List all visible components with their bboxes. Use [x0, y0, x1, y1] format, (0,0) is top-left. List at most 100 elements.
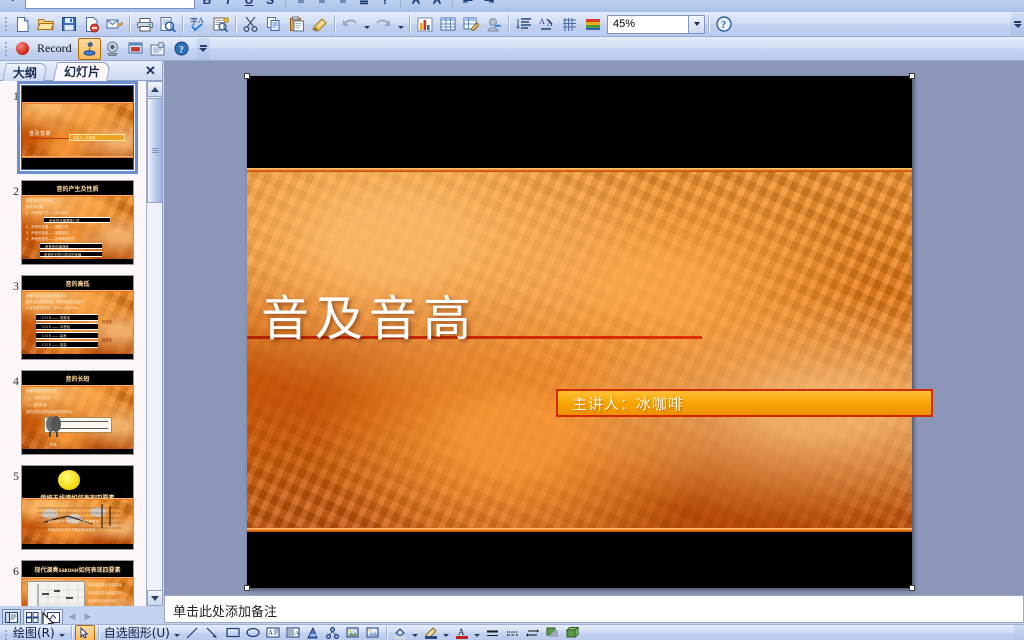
help-icon[interactable]: ?	[712, 13, 735, 35]
print-icon[interactable]	[133, 13, 156, 35]
redo-icon[interactable]	[372, 13, 395, 35]
dash-style-icon[interactable]	[503, 625, 523, 640]
current-slide[interactable]: 音及音高 主讲人：冰咖啡	[244, 73, 933, 591]
slide-edit-area[interactable]: 音及音高 主讲人：冰咖啡	[164, 61, 1024, 595]
font-color-icon[interactable]: A	[452, 625, 472, 640]
underline-icon[interactable]: U	[240, 0, 258, 9]
slide-title[interactable]: 音及音高	[261, 279, 477, 349]
tables-and-borders-icon[interactable]	[459, 13, 482, 35]
record-label[interactable]: Record	[34, 41, 78, 56]
paste-icon[interactable]	[285, 13, 308, 35]
list-item[interactable]: 3 音的高低 声音的高低由振动频率决定 频率越高音调越高，频率越低音调越低 人耳…	[0, 271, 147, 366]
arrow-style-icon[interactable]	[523, 625, 543, 640]
previous-slide-icon[interactable]: ◄	[65, 609, 79, 625]
draw-menu-label[interactable]: 绘图(R)	[11, 625, 57, 640]
new-file-icon[interactable]	[11, 13, 34, 35]
list-item[interactable]: 6 现代演奏закони如何表现四要素 用频谱图表示音高变化 用包络线表示响度变…	[0, 556, 147, 606]
show-formatting-icon[interactable]: AA	[535, 13, 558, 35]
insert-wordart-icon[interactable]	[303, 625, 323, 640]
line-color-icon[interactable]	[421, 625, 441, 640]
numbering-icon[interactable]: ⁞	[376, 0, 394, 9]
toolbar-grip[interactable]	[2, 13, 11, 35]
insert-chart-icon[interactable]	[413, 13, 436, 35]
scroll-down-icon[interactable]	[147, 590, 163, 606]
list-item[interactable]: 1 音及音高 主讲人：冰咖啡	[0, 81, 147, 176]
toolbar-options-icon[interactable]	[1011, 13, 1024, 35]
oval-icon[interactable]	[243, 625, 263, 640]
redo-dropdown-icon[interactable]	[395, 13, 406, 35]
open-folder-icon[interactable]	[34, 13, 57, 35]
insert-table-icon[interactable]	[436, 13, 459, 35]
select-objects-icon[interactable]	[74, 625, 95, 640]
font-name-input[interactable]	[25, 0, 195, 9]
rectangle-icon[interactable]	[223, 625, 243, 640]
autoshapes-menu-label[interactable]: 自选图形(U)	[102, 625, 172, 640]
zoom-dropdown-icon[interactable]	[688, 15, 704, 33]
vertical-text-box-icon[interactable]: A	[283, 625, 303, 640]
autoshapes-dropdown-icon[interactable]	[172, 625, 183, 640]
justify-icon[interactable]: ≣	[355, 0, 373, 9]
increase-indent-icon[interactable]: ⇥	[480, 0, 498, 9]
resize-handle-sw[interactable]	[244, 585, 250, 591]
align-left-icon[interactable]: ≡	[292, 0, 310, 9]
toolbar-grip[interactable]	[2, 38, 11, 60]
tab-outline[interactable]: 大纲	[2, 63, 48, 81]
zoom-combobox[interactable]: 45%	[607, 14, 705, 34]
next-slide-icon[interactable]: ►	[81, 609, 95, 625]
show-grid-icon[interactable]	[558, 13, 581, 35]
thumbnail-preview[interactable]: 音的产生及性质 物体振动产生声音 声音的传播 1、声音的产生——振动发声 声音的…	[21, 180, 134, 265]
record-dot-icon[interactable]	[11, 38, 34, 60]
line-style-icon[interactable]	[483, 625, 503, 640]
font-color-dropdown-icon[interactable]	[472, 625, 483, 640]
undo-icon[interactable]	[338, 13, 361, 35]
color-scheme-icon[interactable]	[581, 13, 604, 35]
decrease-font-icon[interactable]: A	[428, 0, 446, 9]
research-icon[interactable]	[209, 13, 232, 35]
expand-all-icon[interactable]	[512, 13, 535, 35]
help-icon[interactable]: ?	[170, 38, 193, 60]
screen-capture-icon[interactable]	[124, 38, 147, 60]
align-center-icon[interactable]: ≡	[313, 0, 331, 9]
thumbnail-list[interactable]: 1 音及音高 主讲人：冰咖啡 2 音的产生及性质 物体振动产生声音 声音的传播 …	[0, 81, 147, 606]
tab-slides[interactable]: 幻灯片	[52, 62, 112, 81]
scrollbar-thumb[interactable]	[147, 98, 163, 203]
permission-icon[interactable]	[80, 13, 103, 35]
thumbnail-preview[interactable]: 传统五线谱如何表现四要素 音高由符头在五线谱上的位置表示 时值由符头符干符尾的形…	[21, 465, 134, 550]
annotate-icon[interactable]	[147, 38, 170, 60]
italic-icon[interactable]: I	[219, 0, 237, 9]
undo-dropdown-icon[interactable]	[361, 13, 372, 35]
thumbnail-preview[interactable]: 音的长短 声音持续的时间长短 1、长音与短音 2、音的时值 音的长短由振动持续的…	[21, 370, 134, 455]
align-right-icon[interactable]: ≡	[334, 0, 352, 9]
normal-view-button[interactable]	[2, 608, 21, 626]
bold-icon[interactable]: B	[198, 0, 216, 9]
draw-menu-dropdown-icon[interactable]	[57, 625, 68, 640]
close-icon[interactable]: ✕	[144, 63, 157, 78]
copy-icon[interactable]	[262, 13, 285, 35]
font-size-stepper[interactable]: ·	[4, 0, 22, 9]
resize-handle-nw[interactable]	[244, 73, 250, 79]
webcam-icon[interactable]	[101, 38, 124, 60]
toolbar-options-icon[interactable]	[196, 37, 210, 60]
slide-sorter-view-button[interactable]	[23, 608, 42, 626]
shadow-style-icon[interactable]	[543, 625, 563, 640]
decrease-indent-icon[interactable]: ⇤	[459, 0, 477, 9]
line-color-dropdown-icon[interactable]	[441, 625, 452, 640]
insert-diagram-icon[interactable]	[323, 625, 343, 640]
resize-handle-se[interactable]	[909, 585, 915, 591]
thumbnail-preview[interactable]: 现代演奏закони如何表现四要素 用频谱图表示音高变化 用包络线表示响度变化 …	[21, 560, 134, 606]
fill-color-icon[interactable]	[390, 625, 410, 640]
format-painter-icon[interactable]	[308, 13, 331, 35]
slide-show-view-button[interactable]	[44, 608, 63, 626]
shadow-icon[interactable]: S	[261, 0, 279, 9]
line-icon[interactable]	[183, 625, 203, 640]
fill-color-dropdown-icon[interactable]	[410, 625, 421, 640]
list-item[interactable]: 5 传统五线谱如何表现四要素 音高由符头在五线谱上的位	[0, 461, 147, 556]
increase-font-icon[interactable]: A	[407, 0, 425, 9]
scroll-up-icon[interactable]	[147, 81, 163, 97]
arrow-icon[interactable]	[203, 625, 223, 640]
cut-icon[interactable]	[239, 13, 262, 35]
save-icon[interactable]	[57, 13, 80, 35]
insert-picture-icon[interactable]	[363, 625, 383, 640]
left-pane-scrollbar[interactable]	[146, 81, 163, 606]
email-icon[interactable]	[103, 13, 126, 35]
